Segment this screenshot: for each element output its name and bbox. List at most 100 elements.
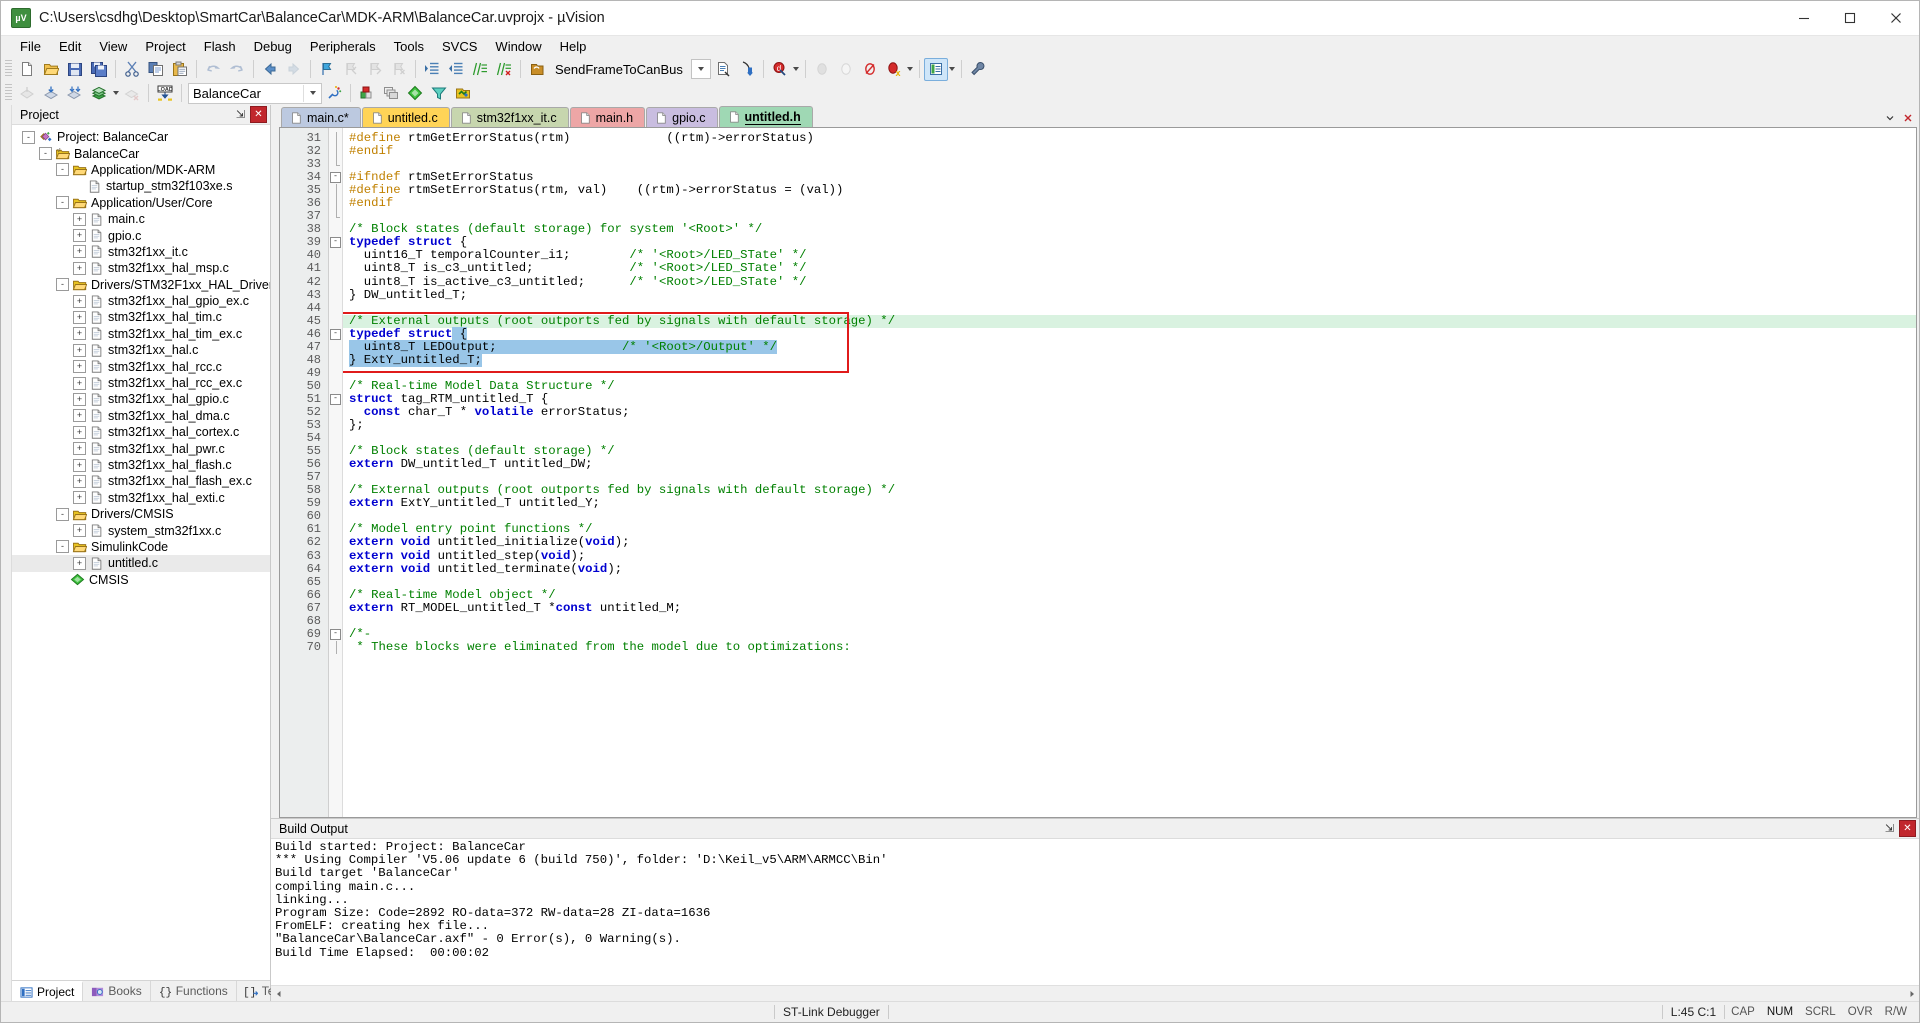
- code-line[interactable]: extern DW_untitled_T untitled_DW;: [343, 458, 1916, 471]
- tree-item-startup-stm32f103xe-s[interactable]: startup_stm32f103xe.s: [12, 178, 270, 194]
- code-line[interactable]: uint8_T is_active_c3_untitled; /* '<Root…: [343, 275, 1916, 289]
- tree-item-gpio-c[interactable]: + gpio.c: [12, 227, 270, 243]
- target-options-icon[interactable]: [322, 82, 346, 105]
- tree-item-project-balancecar[interactable]: - Project: BalanceCar: [12, 129, 270, 145]
- build-target-icon[interactable]: [39, 82, 63, 105]
- editor-tab-untitled-c[interactable]: untitled.c: [361, 107, 450, 127]
- fold-collapse-icon[interactable]: -: [330, 237, 341, 249]
- collapse-icon[interactable]: -: [56, 278, 69, 292]
- project-target-dropdown-arrow[interactable]: [303, 84, 321, 102]
- download-to-flash-icon[interactable]: LOAD: [153, 82, 177, 105]
- code-line[interactable]: [343, 158, 1916, 171]
- build-output-text[interactable]: Build started: Project: BalanceCar *** Us…: [271, 839, 1919, 985]
- breakpoint-clear-all-icon[interactable]: x: [882, 58, 906, 81]
- sidebar-tab-books[interactable]: Books: [83, 981, 151, 1001]
- tree-item-stm32f1xx-hal-rcc-c[interactable]: + stm32f1xx_hal_rcc.c: [12, 358, 270, 374]
- scroll-right-icon[interactable]: [1904, 987, 1919, 1000]
- code-line[interactable]: } DW_untitled_T;: [343, 288, 1916, 302]
- tree-item-stm32f1xx-hal-cortex-c[interactable]: + stm32f1xx_hal_cortex.c: [12, 424, 270, 440]
- tab-scroll-down-icon[interactable]: [1883, 111, 1897, 125]
- fold-marker[interactable]: -: [329, 628, 342, 641]
- tree-item-simulinkcode[interactable]: - SimulinkCode: [12, 539, 270, 555]
- editor-tab-gpio-c[interactable]: gpio.c: [646, 107, 718, 127]
- open-in-browser-icon[interactable]: [525, 58, 549, 81]
- undo-icon[interactable]: [201, 58, 225, 81]
- tree-item-stm32f1xx-it-c[interactable]: + stm32f1xx_it.c: [12, 244, 270, 260]
- menu-project[interactable]: Project: [136, 37, 194, 56]
- expand-icon[interactable]: +: [73, 556, 86, 570]
- debug-dropdown-arrow[interactable]: [792, 59, 801, 80]
- debug-start-icon[interactable]: d: [768, 58, 792, 81]
- rebuild-all-icon[interactable]: [63, 82, 87, 105]
- translate-file-icon[interactable]: [15, 82, 39, 105]
- fold-collapse-icon[interactable]: -: [330, 172, 341, 184]
- target-combo-dropdown[interactable]: [690, 59, 711, 79]
- bookmark-prev-icon[interactable]: [339, 58, 363, 81]
- build-output-hscrollbar[interactable]: [271, 985, 1919, 1001]
- code-line[interactable]: /* External outputs (root outports fed b…: [343, 314, 1916, 328]
- tree-item-stm32f1xx-hal-tim-c[interactable]: + stm32f1xx_hal_tim.c: [12, 309, 270, 325]
- paste-icon[interactable]: [168, 58, 192, 81]
- fold-collapse-icon[interactable]: -: [330, 393, 341, 405]
- tree-item-stm32f1xx-hal-gpio-ex-c[interactable]: + stm32f1xx_hal_gpio_ex.c: [12, 293, 270, 309]
- tree-item-stm32f1xx-hal-exti-c[interactable]: + stm32f1xx_hal_exti.c: [12, 490, 270, 506]
- cut-icon[interactable]: [120, 58, 144, 81]
- project-target-combo[interactable]: BalanceCar: [188, 82, 322, 104]
- toolbar-grip[interactable]: [5, 60, 12, 78]
- expand-icon[interactable]: +: [73, 491, 86, 505]
- tree-item-stm32f1xx-hal-dma-c[interactable]: + stm32f1xx_hal_dma.c: [12, 408, 270, 424]
- editor-tab-main-c[interactable]: main.c*: [281, 107, 361, 127]
- close-button[interactable]: [1873, 1, 1919, 35]
- copy-icon[interactable]: [144, 58, 168, 81]
- collapse-icon[interactable]: -: [56, 540, 69, 554]
- project-tree[interactable]: - Project: BalanceCar - BalanceCar - Applicat…: [12, 125, 270, 980]
- expand-icon[interactable]: +: [73, 425, 86, 439]
- tree-item-cmsis[interactable]: CMSIS: [12, 572, 270, 588]
- tree-item-application-user-core[interactable]: - Application/User/Core: [12, 195, 270, 211]
- expand-icon[interactable]: +: [73, 327, 86, 341]
- stop-build-icon[interactable]: [120, 82, 144, 105]
- expand-icon[interactable]: +: [73, 524, 86, 538]
- expand-icon[interactable]: +: [73, 261, 86, 275]
- code-line[interactable]: #endif: [343, 197, 1916, 210]
- indent-increase-icon[interactable]: [420, 58, 444, 81]
- code-line[interactable]: /* Real-time Model Data Structure */: [343, 379, 1916, 393]
- maximize-button[interactable]: [1827, 1, 1873, 35]
- code-line[interactable]: extern ExtY_untitled_T untitled_Y;: [343, 497, 1916, 510]
- code-line[interactable]: extern void untitled_terminate(void);: [343, 562, 1916, 576]
- batch-build-dropdown-arrow[interactable]: [111, 83, 120, 104]
- expand-icon[interactable]: +: [73, 294, 86, 308]
- manage-run-time-env-icon[interactable]: [427, 82, 451, 105]
- breakpoint-dropdown-arrow[interactable]: [906, 59, 915, 80]
- expand-icon[interactable]: +: [73, 442, 86, 456]
- bookmark-clear-icon[interactable]: [387, 58, 411, 81]
- tree-item-system-stm32f1xx-c[interactable]: + system_stm32f1xx.c: [12, 522, 270, 538]
- expand-icon[interactable]: +: [73, 409, 86, 423]
- code-line[interactable]: uint8_T LEDOutput; /* '<Root>/Output' */: [343, 339, 1916, 354]
- editor-tab-untitled-h[interactable]: untitled.h: [718, 106, 813, 127]
- code-folding-margin[interactable]: - - - - -: [329, 128, 343, 817]
- manage-project-items-icon[interactable]: [355, 82, 379, 105]
- configure-icon[interactable]: [735, 58, 759, 81]
- collapse-icon[interactable]: -: [22, 130, 35, 144]
- code-editor[interactable]: 31 32 33 34 35 36 37 38 39 40 41 42 43 44 45 46 47 48 49 50…: [279, 127, 1917, 818]
- code-line[interactable]: };: [343, 419, 1916, 432]
- expand-icon[interactable]: +: [73, 229, 86, 243]
- redo-icon[interactable]: [225, 58, 249, 81]
- menu-flash[interactable]: Flash: [195, 37, 245, 56]
- pin-icon[interactable]: ⇲: [1882, 821, 1897, 836]
- scroll-left-icon[interactable]: [271, 987, 286, 1000]
- save-all-icon[interactable]: [87, 58, 111, 81]
- tree-item-stm32f1xx-hal-flash-ex-c[interactable]: + stm32f1xx_hal_flash_ex.c: [12, 473, 270, 489]
- uncomment-lines-icon[interactable]: [492, 58, 516, 81]
- tab-close-icon[interactable]: [1901, 111, 1915, 125]
- menu-tools[interactable]: Tools: [385, 37, 433, 56]
- tree-item-stm32f1xx-hal-c[interactable]: + stm32f1xx_hal.c: [12, 342, 270, 358]
- close-icon[interactable]: ✕: [1899, 820, 1916, 837]
- expand-icon[interactable]: +: [73, 245, 86, 259]
- tree-item-stm32f1xx-hal-gpio-c[interactable]: + stm32f1xx_hal_gpio.c: [12, 391, 270, 407]
- breakpoint-disable-icon[interactable]: [858, 58, 882, 81]
- tree-item-untitled-c[interactable]: + untitled.c: [12, 555, 270, 572]
- comment-lines-icon[interactable]: [468, 58, 492, 81]
- open-file-icon[interactable]: [39, 58, 63, 81]
